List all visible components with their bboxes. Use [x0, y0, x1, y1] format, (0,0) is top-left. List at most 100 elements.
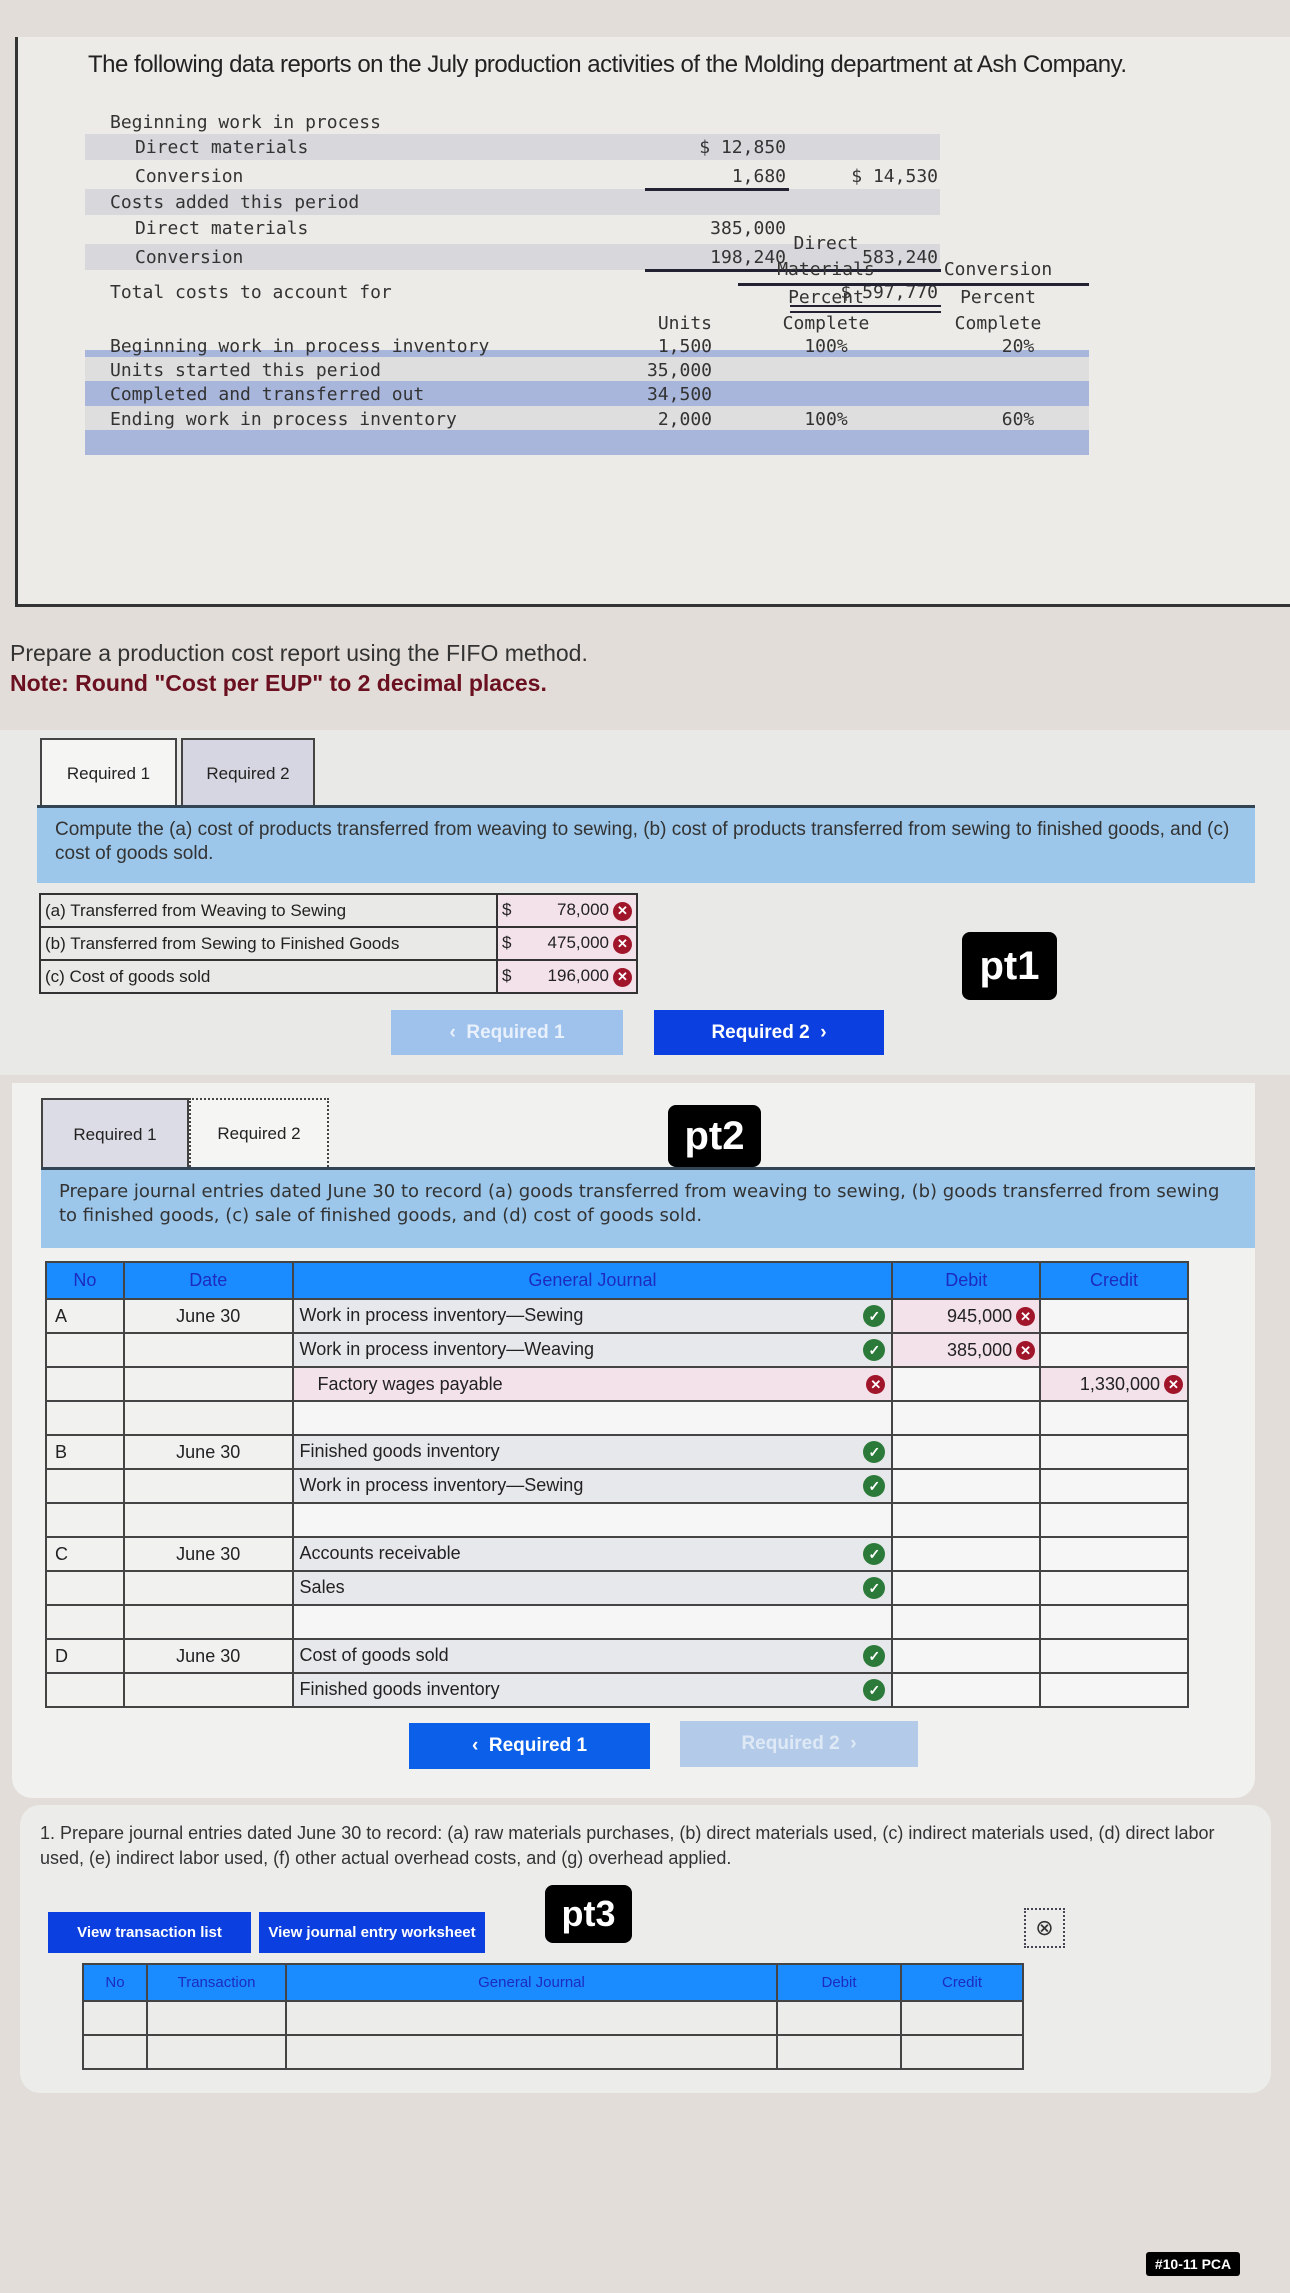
units-header: Units	[657, 313, 712, 334]
credit-input[interactable]: 1,330,000 ✕	[1039, 1366, 1189, 1402]
debit-input[interactable]: 945,000 ✕	[891, 1298, 1042, 1334]
debit-input[interactable]	[891, 1366, 1042, 1402]
cost-col1: 1,680	[731, 166, 786, 187]
cell[interactable]	[285, 2000, 778, 2036]
currency: $	[502, 933, 512, 953]
cell[interactable]	[82, 2034, 148, 2070]
amount-input[interactable]: $78,000 ✕	[496, 893, 638, 928]
account-select[interactable]: Work in process inventory—Sewing ✓	[291, 1468, 894, 1504]
debit-value: 945,000	[947, 1305, 1013, 1326]
header-divider	[738, 283, 1089, 286]
credit-input[interactable]	[1039, 1604, 1189, 1640]
amount-input[interactable]: $475,000 ✕	[496, 926, 638, 961]
debit-input[interactable]	[891, 1468, 1042, 1504]
credit-input[interactable]	[1039, 1672, 1189, 1708]
cost-label: Direct materials	[135, 137, 309, 158]
credit-input[interactable]	[1039, 1468, 1189, 1504]
pt1-badge: pt1	[962, 932, 1057, 1000]
entry-date	[122, 1570, 294, 1606]
view-transaction-list-button[interactable]: View transaction list	[48, 1912, 251, 1953]
cell[interactable]	[776, 2000, 902, 2036]
credit-input[interactable]	[1039, 1332, 1189, 1368]
credit-input[interactable]	[1039, 1502, 1189, 1538]
units-header: Materials	[777, 259, 875, 280]
amount-input[interactable]: $196,000 ✕	[496, 959, 638, 994]
cell[interactable]	[82, 2000, 148, 2036]
entry-date	[122, 1400, 294, 1436]
cost-label: Beginning work in process	[110, 112, 381, 133]
credit-input[interactable]	[1039, 1298, 1189, 1334]
credit-input[interactable]	[1039, 1400, 1189, 1436]
prev-required-1-button[interactable]: ‹ Required 1	[391, 1010, 623, 1055]
table-row: C June 30 Accounts receivable ✓	[45, 1536, 1189, 1572]
account-select[interactable]: Finished goods inventory ✓	[291, 1434, 894, 1470]
credit-input[interactable]	[1039, 1434, 1189, 1470]
account-select[interactable]	[291, 1604, 894, 1640]
row-label: (b) Transferred from Sewing to Finished …	[39, 926, 498, 961]
next-required-2-button[interactable]: Required 2 ›	[680, 1721, 918, 1767]
debit-input[interactable]	[891, 1434, 1042, 1470]
incorrect-icon: ✕	[613, 901, 632, 921]
underline	[645, 188, 789, 191]
view-journal-entry-worksheet-button[interactable]: View journal entry worksheet	[259, 1912, 485, 1953]
debit-input[interactable]	[891, 1536, 1042, 1572]
tab-required-2[interactable]: Required 2	[181, 738, 315, 808]
column-header: Debit	[891, 1261, 1042, 1300]
account-select[interactable]: Sales ✓	[291, 1570, 894, 1606]
table-row	[82, 2034, 1024, 2070]
debit-input[interactable]	[891, 1502, 1042, 1538]
account-select[interactable]	[291, 1400, 894, 1436]
account-select[interactable]: Factory wages payable ✕	[291, 1366, 894, 1402]
debit-input[interactable]	[891, 1672, 1042, 1708]
prev-label: Required 1	[488, 1735, 588, 1756]
account-select[interactable]: Work in process inventory—Sewing ✓	[291, 1298, 894, 1334]
debit-input[interactable]	[891, 1638, 1042, 1674]
entry-no: C	[45, 1536, 125, 1572]
correct-icon: ✓	[863, 1305, 886, 1328]
cell[interactable]	[900, 2034, 1024, 2070]
debit-input[interactable]	[891, 1570, 1042, 1606]
debit-input[interactable]	[891, 1400, 1042, 1436]
debit-input[interactable]	[891, 1604, 1042, 1640]
correct-icon: ✓	[863, 1339, 886, 1362]
close-icon[interactable]: ⊗	[1024, 1908, 1065, 1948]
units-header: Percent	[788, 287, 864, 308]
cell[interactable]	[146, 2034, 287, 2070]
correct-icon: ✓	[863, 1475, 886, 1498]
entry-date	[122, 1468, 294, 1504]
entry-no: B	[45, 1434, 125, 1470]
cell[interactable]	[285, 2034, 778, 2070]
table-row: A June 30 Work in process inventory—Sewi…	[45, 1298, 1189, 1334]
debit-input[interactable]: 385,000 ✕	[891, 1332, 1042, 1368]
incorrect-icon: ✕	[1016, 1341, 1036, 1361]
cost-col1: $ 12,850	[699, 137, 786, 158]
tab-required-2[interactable]: Required 2	[189, 1098, 329, 1170]
column-header: No	[45, 1261, 125, 1300]
next-required-2-button[interactable]: Required 2 ›	[654, 1010, 884, 1055]
cell[interactable]	[146, 2000, 287, 2036]
account-select[interactable]: Work in process inventory—Weaving ✓	[291, 1332, 894, 1368]
account-select[interactable]: Cost of goods sold ✓	[291, 1638, 894, 1674]
account-select[interactable]: Accounts receivable ✓	[291, 1536, 894, 1572]
tab-required-1[interactable]: Required 1	[41, 1098, 189, 1170]
account-name: Work in process inventory—Sewing	[299, 1304, 584, 1325]
prev-required-1-button[interactable]: ‹ Required 1	[409, 1723, 650, 1769]
credit-input[interactable]	[1039, 1536, 1189, 1572]
transfer-table: (a) Transferred from Weaving to Sewing $…	[39, 893, 638, 994]
account-select[interactable]: Finished goods inventory ✓	[291, 1672, 894, 1708]
cell[interactable]	[776, 2034, 902, 2070]
credit-input[interactable]	[1039, 1570, 1189, 1606]
account-name: Cost of goods sold	[299, 1644, 449, 1665]
credit-input[interactable]	[1039, 1638, 1189, 1674]
units-header: Direct	[793, 233, 859, 254]
entry-date: June 30	[122, 1298, 294, 1334]
account-select[interactable]	[291, 1502, 894, 1538]
instruction-text: 1. Prepare journal entries dated June 30…	[40, 1823, 1215, 1868]
column-header: Date	[122, 1261, 294, 1300]
tab-required-1[interactable]: Required 1	[40, 738, 177, 808]
table-row: Finished goods inventory ✓	[45, 1672, 1189, 1708]
cell[interactable]	[900, 2000, 1024, 2036]
entry-no: A	[45, 1298, 125, 1334]
entry-date	[122, 1366, 294, 1402]
units-value: 1,500	[657, 336, 712, 357]
